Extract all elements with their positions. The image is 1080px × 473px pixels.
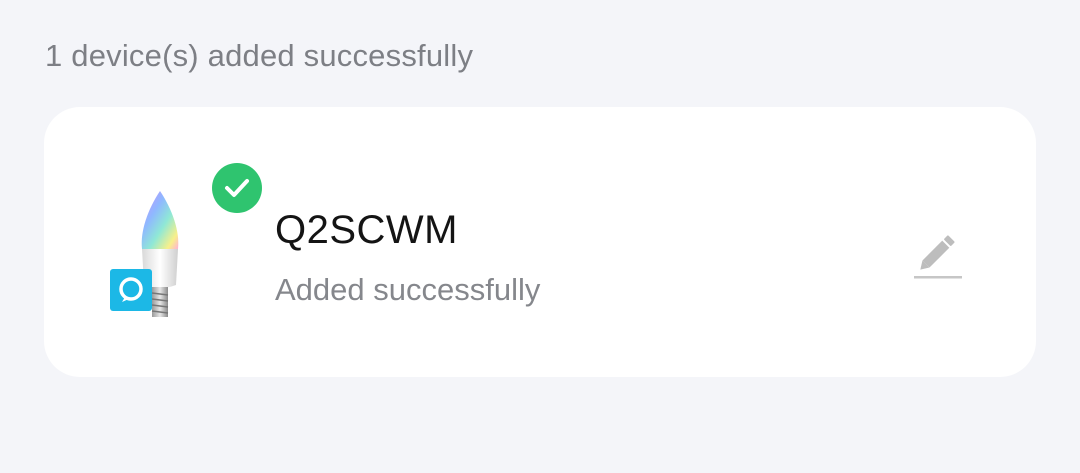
check-circle-icon [212, 163, 262, 213]
device-status: Added successfully [275, 272, 541, 307]
device-name: Q2SCWM [275, 208, 458, 252]
rgb-bulb-icon [110, 191, 179, 317]
device-image [110, 187, 200, 327]
added-summary-text: 1 device(s) added successfully [45, 38, 474, 73]
edit-device-name-button[interactable] [908, 225, 968, 285]
pencil-edit-icon [914, 235, 962, 279]
device-card[interactable]: Q2SCWM Added successfully [44, 107, 1036, 377]
